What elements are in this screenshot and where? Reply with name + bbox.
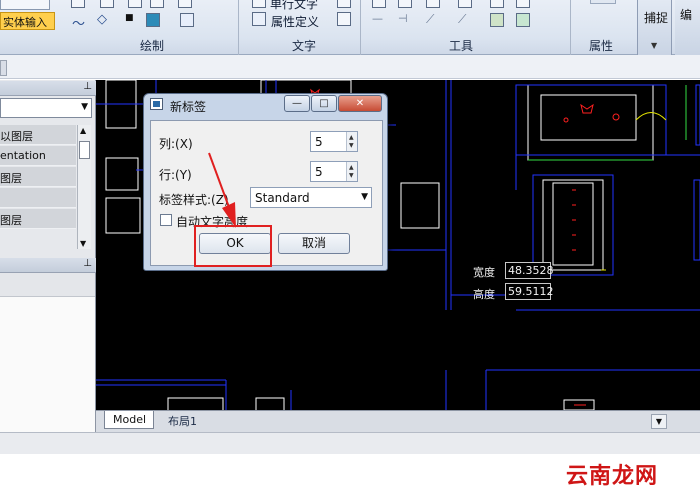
line-tool-icon[interactable]: — bbox=[372, 12, 383, 25]
id-icon[interactable] bbox=[516, 0, 530, 8]
red-arrow-annotation bbox=[208, 152, 236, 228]
group-title-draw: 绘制 bbox=[139, 39, 164, 53]
label-style-value: Standard bbox=[255, 191, 310, 205]
layer-row[interactable]: 图层 bbox=[0, 209, 76, 229]
overlay-button[interactable] bbox=[590, 0, 616, 4]
chevron-down-icon: ▼ bbox=[81, 102, 88, 112]
status-bar bbox=[0, 432, 700, 454]
point-icon[interactable]: ■ bbox=[125, 13, 134, 23]
dialog-titlebar[interactable]: 新标签 — □ ✕ bbox=[144, 94, 387, 116]
calc-icon[interactable] bbox=[516, 13, 530, 27]
solid-input-button[interactable]: 实体输入 bbox=[0, 12, 55, 30]
second-panel-header: ⊥ bbox=[0, 258, 96, 273]
polygon-icon[interactable] bbox=[71, 0, 85, 8]
list-icon[interactable] bbox=[490, 0, 504, 8]
columns-label: 列:(X) bbox=[159, 137, 193, 151]
spline-icon[interactable]: 〜 bbox=[72, 13, 85, 32]
group-title-tools: 工具 bbox=[448, 39, 473, 53]
rows-label: 行:(Y) bbox=[159, 168, 192, 182]
properties-panel-header: ⊥ bbox=[0, 81, 96, 96]
edit-attribute-icon[interactable] bbox=[337, 12, 351, 26]
pin-icon[interactable]: ⊥ bbox=[83, 81, 92, 92]
text-single-icon[interactable] bbox=[252, 0, 266, 8]
angle-icon[interactable] bbox=[426, 0, 440, 8]
spin-down-icon[interactable]: ▼ bbox=[349, 172, 354, 179]
rows-stepper[interactable]: 5 ▲ ▼ bbox=[310, 161, 358, 182]
close-button[interactable]: ✕ bbox=[338, 95, 382, 112]
tab-layout1[interactable]: 布局1 bbox=[168, 413, 197, 429]
hatch-icon[interactable] bbox=[146, 13, 160, 27]
toolbar-handle[interactable] bbox=[0, 60, 7, 76]
ribbon-tool-icon[interactable] bbox=[0, 0, 50, 10]
maximize-button[interactable]: □ bbox=[311, 95, 337, 112]
width-value-field[interactable]: 48.3528 bbox=[505, 262, 554, 279]
label-style-select[interactable]: Standard ▼ bbox=[250, 187, 372, 208]
spin-buttons[interactable]: ▲ ▼ bbox=[346, 162, 357, 181]
quick-toolbar bbox=[0, 55, 700, 79]
measure-icon[interactable] bbox=[372, 0, 386, 8]
gear-icon[interactable] bbox=[128, 0, 142, 8]
single-line-text-button[interactable]: 单行文字 bbox=[270, 0, 318, 12]
chevron-down-icon: ▼ bbox=[651, 41, 658, 50]
scroll-thumb[interactable] bbox=[79, 141, 90, 159]
layer-row[interactable]: 图层 bbox=[0, 167, 76, 187]
ok-highlight-box bbox=[194, 225, 272, 267]
group-title-text: 文字 bbox=[291, 39, 316, 53]
tab-model[interactable]: Model bbox=[104, 411, 154, 429]
auto-text-height-checkbox[interactable] bbox=[160, 214, 172, 226]
chevron-down-icon: ▼ bbox=[361, 192, 368, 202]
ribbon: 实体输入 〜 ◇ ■ 绘制 单行文字 属性定义 文字 — ⊣ ⟋ ⟋ 工具 属性… bbox=[0, 0, 700, 55]
edit-label: 编 bbox=[680, 8, 693, 22]
group-title-properties: 属性 bbox=[588, 39, 613, 53]
chevron-down-icon[interactable]: ▼ bbox=[651, 414, 667, 429]
capture-button[interactable]: 捕捉 ▼ bbox=[637, 0, 672, 55]
spin-up-icon[interactable]: ▲ bbox=[349, 134, 354, 141]
pin-icon[interactable]: ⊥ bbox=[83, 258, 92, 269]
rows-value: 5 bbox=[315, 165, 323, 179]
height-label: 高度 bbox=[473, 288, 495, 301]
spin-buttons[interactable]: ▲ ▼ bbox=[346, 132, 357, 151]
dist-icon[interactable] bbox=[398, 0, 412, 8]
diamond-icon[interactable] bbox=[100, 0, 114, 8]
attribute-definition-button[interactable]: 属性定义 bbox=[271, 13, 319, 30]
lengthen-icon[interactable]: ⟋ bbox=[458, 12, 466, 27]
width-label: 宽度 bbox=[473, 266, 495, 279]
area-icon[interactable] bbox=[458, 0, 472, 8]
dialog-title: 新标签 bbox=[170, 100, 207, 114]
ray-icon[interactable]: ⟋ bbox=[426, 12, 434, 27]
minimize-button[interactable]: — bbox=[284, 95, 310, 112]
region-icon[interactable]: ◇ bbox=[97, 12, 107, 27]
spin-down-icon[interactable]: ▼ bbox=[349, 142, 354, 149]
capture-label: 捕捉 bbox=[644, 11, 669, 25]
fill-icon[interactable] bbox=[150, 0, 164, 8]
scroll-up-icon[interactable]: ▲ bbox=[80, 126, 86, 135]
layer-list-scrollbar[interactable]: ▲ ▼ bbox=[77, 125, 91, 249]
properties-select[interactable]: ▼ bbox=[0, 98, 92, 118]
scroll-down-icon[interactable]: ▼ bbox=[80, 239, 86, 248]
columns-value: 5 bbox=[315, 135, 323, 149]
spin-up-icon[interactable]: ▲ bbox=[349, 164, 354, 171]
pencil-icon[interactable] bbox=[178, 0, 192, 8]
attribute-def-icon[interactable] bbox=[252, 12, 266, 26]
edit-button[interactable]: 编 bbox=[675, 0, 700, 55]
group-icon[interactable] bbox=[490, 13, 504, 27]
dialog-app-icon bbox=[150, 98, 163, 110]
watermark: 云南龙网 bbox=[566, 464, 659, 489]
second-panel-row[interactable] bbox=[0, 273, 95, 297]
columns-stepper[interactable]: 5 ▲ ▼ bbox=[310, 131, 358, 152]
table-icon[interactable] bbox=[180, 13, 194, 27]
height-value-field[interactable]: 59.5112 bbox=[505, 283, 554, 300]
layer-row[interactable]: 以图层 bbox=[0, 125, 76, 145]
text-edit-icon[interactable] bbox=[337, 0, 351, 8]
layer-row[interactable] bbox=[0, 188, 76, 208]
layer-row[interactable]: entation bbox=[0, 146, 76, 166]
xline-icon[interactable]: ⊣ bbox=[398, 12, 408, 25]
cancel-button[interactable]: 取消 bbox=[278, 233, 350, 254]
